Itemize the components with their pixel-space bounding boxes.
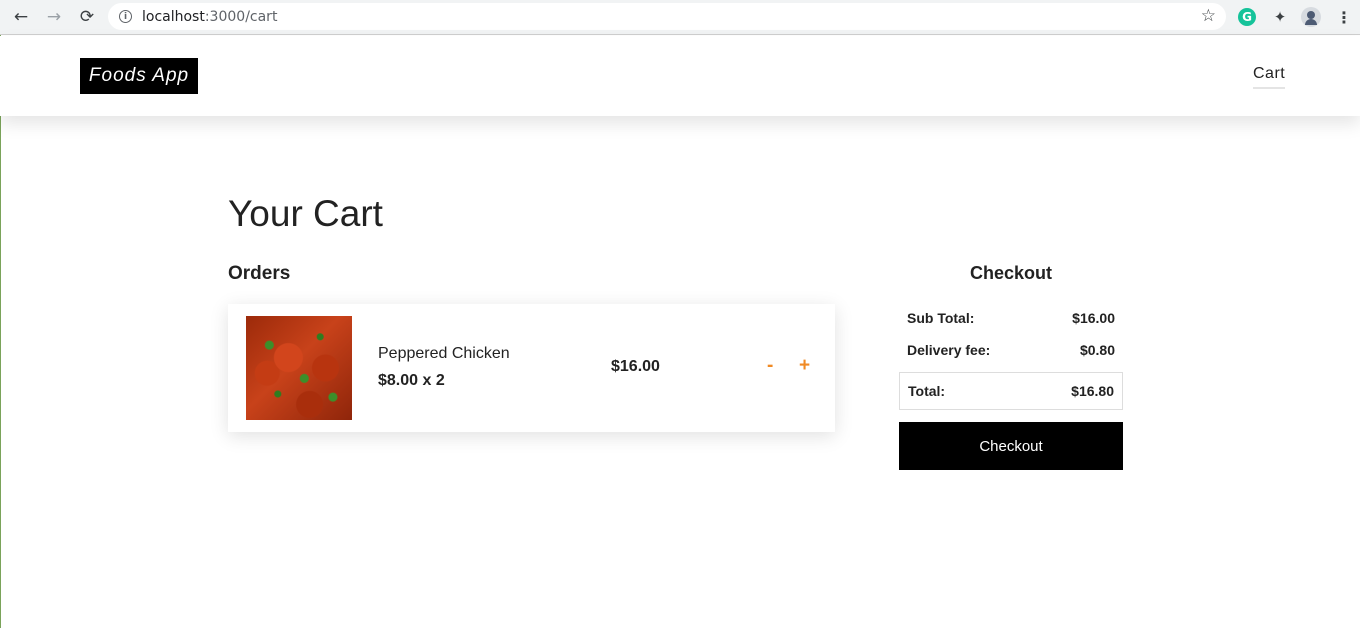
- order-item-card: Peppered Chicken $8.00 x 2 $16.00 - +: [228, 304, 835, 432]
- item-price-quantity: $8.00 x 2: [378, 372, 445, 389]
- grammarly-icon[interactable]: G: [1238, 8, 1256, 26]
- address-url[interactable]: localhost:3000/cart: [142, 9, 277, 25]
- back-arrow-icon[interactable]: ←: [9, 6, 33, 28]
- subtotal-value: $16.00: [1072, 310, 1115, 326]
- browser-toolbar: ← → ⟳ i localhost:3000/cart ☆ G ✦ ⋮: [0, 0, 1360, 35]
- app-logo[interactable]: Foods App: [80, 58, 198, 94]
- page-title: Your Cart: [228, 193, 383, 234]
- orders-heading: Orders: [228, 263, 291, 284]
- nav-cart-link[interactable]: Cart: [1253, 65, 1286, 89]
- extensions-puzzle-icon[interactable]: ✦: [1270, 7, 1290, 27]
- forward-arrow-icon[interactable]: →: [42, 6, 66, 28]
- total-label: Total:: [908, 383, 946, 399]
- subtotal-row: Sub Total: $16.00: [899, 303, 1123, 333]
- delivery-fee-row: Delivery fee: $0.80: [899, 335, 1123, 365]
- more-menu-icon[interactable]: ⋮: [1334, 7, 1354, 27]
- delivery-fee-value: $0.80: [1079, 342, 1115, 358]
- item-total: $16.00: [611, 358, 660, 375]
- subtotal-label: Sub Total:: [907, 310, 975, 326]
- page-edge: [0, 35, 1, 628]
- total-row: Total: $16.80: [899, 372, 1123, 410]
- total-value: $16.80: [1071, 383, 1114, 399]
- checkout-heading: Checkout: [969, 263, 1052, 283]
- profile-icon[interactable]: [1301, 7, 1321, 27]
- item-name: Peppered Chicken: [378, 345, 510, 362]
- decrement-button[interactable]: -: [767, 355, 773, 377]
- star-icon[interactable]: ☆: [1201, 6, 1216, 26]
- food-image: [246, 316, 352, 420]
- delivery-fee-label: Delivery fee:: [907, 342, 991, 358]
- increment-button[interactable]: +: [799, 355, 810, 377]
- info-icon[interactable]: i: [119, 10, 132, 23]
- app-header: Foods App Cart: [0, 36, 1360, 116]
- address-bar[interactable]: i localhost:3000/cart ☆: [108, 3, 1226, 30]
- checkout-button[interactable]: Checkout: [899, 422, 1123, 470]
- reload-icon[interactable]: ⟳: [75, 6, 99, 28]
